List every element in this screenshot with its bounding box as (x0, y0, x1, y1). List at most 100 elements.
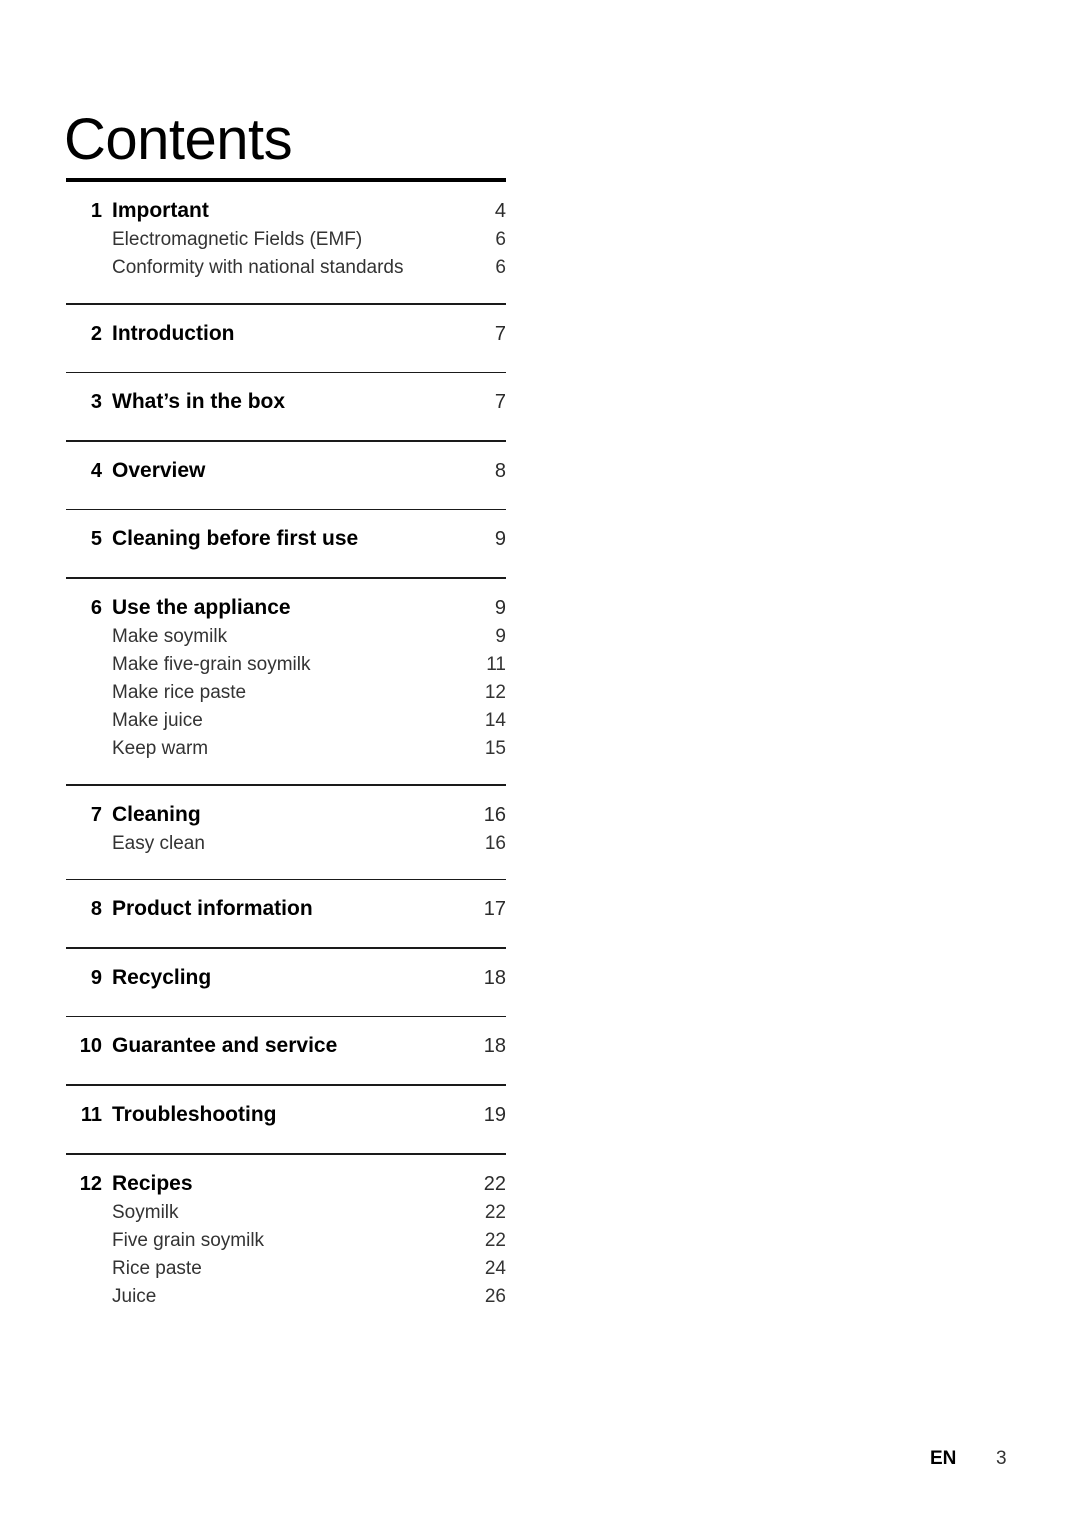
toc-subentry-label: Make rice paste (112, 681, 247, 703)
toc-subentry[interactable]: 0Make five-grain soymilk11 (66, 646, 506, 674)
toc-subentry[interactable]: 0Rice paste24 (66, 1250, 506, 1278)
toc-entry-page: 4 (494, 200, 506, 222)
toc-section: 8 Product information 17 (66, 878, 506, 948)
toc-entry[interactable]: 8 Product information 17 (66, 880, 506, 919)
toc-subentry[interactable]: 0Easy clean16 (66, 825, 506, 853)
toc-entry-label: Troubleshooting (112, 1102, 277, 1126)
toc-entry-label: Guarantee and service (112, 1034, 338, 1058)
footer-language-code: EN (930, 1448, 957, 1469)
toc-entry-page: 8 (494, 459, 506, 482)
toc-entry-number: 3 (90, 391, 102, 414)
toc-subentry-label: Conformity with national standards (112, 257, 404, 278)
toc-subentry-page: 9 (495, 625, 506, 647)
toc-subentry-page: 14 (484, 709, 506, 731)
toc-entry[interactable]: 12 Recipes 22 (66, 1155, 506, 1194)
toc-subentry-page: 16 (484, 832, 506, 854)
toc-entry[interactable]: 9 Recycling 18 (66, 949, 506, 988)
toc-section: 4 Overview 8 (66, 440, 506, 509)
toc-subentry-page: 6 (495, 229, 506, 250)
toc-entry[interactable]: 4 Overview 8 (66, 442, 506, 481)
toc-entry[interactable]: 10 Guarantee and service 18 (66, 1017, 506, 1056)
toc-subentry-label: Five grain soymilk (112, 1229, 265, 1251)
toc-subentry-label: Make juice (112, 709, 203, 731)
toc-entry-page: 16 (483, 803, 506, 826)
toc-subentry-page: 26 (484, 1285, 506, 1307)
toc-section: 5 Cleaning before first use 9 (66, 508, 506, 578)
toc-subentry-label: Make soymilk (112, 625, 228, 647)
table-of-contents: 1Important40Electromagnetic Fields (EMF)… (66, 178, 506, 1332)
toc-entry-number: 11 (80, 1103, 102, 1126)
toc-entry-label: Cleaning before first use (112, 527, 359, 551)
toc-subentry[interactable]: 0Five grain soymilk22 (66, 1222, 506, 1250)
toc-entry-number: 8 (90, 898, 102, 921)
toc-entry-page: 7 (494, 391, 506, 414)
toc-entry-number: 2 (90, 322, 102, 345)
toc-entry-page: 9 (494, 596, 506, 619)
toc-subentry[interactable]: 0Keep warm15 (66, 730, 506, 758)
document-page: Contents 1Important40Electromagnetic Fie… (0, 0, 1080, 1527)
toc-entry-number: 10 (79, 1035, 102, 1058)
toc-subentry[interactable]: 0Juice26 (66, 1278, 506, 1306)
toc-section: 12Recipes220Soymilk220Five grain soymilk… (66, 1152, 506, 1332)
toc-entry-number: 7 (90, 803, 102, 826)
toc-entry[interactable]: 3 What’s in the box 7 (66, 373, 506, 412)
toc-entry-label: Recipes (112, 1171, 193, 1195)
toc-entry-label: Cleaning (112, 802, 201, 826)
page-title: Contents (64, 106, 293, 172)
toc-entry-page: 17 (483, 898, 506, 921)
toc-entry-number: 5 (90, 528, 102, 551)
toc-subentry-label: Make five-grain soymilk (112, 653, 311, 675)
toc-section: 10 Guarantee and service 18 (66, 1015, 506, 1085)
toc-subentry-label: Soymilk (112, 1201, 179, 1223)
toc-entry-number: 4 (90, 459, 102, 482)
toc-subentry-page: 22 (484, 1201, 506, 1223)
toc-entry[interactable]: 11 Troubleshooting 19 (66, 1086, 506, 1125)
toc-section: 3 What’s in the box 7 (66, 371, 506, 441)
toc-subentry-label: Keep warm (112, 737, 209, 759)
toc-entry[interactable]: 5 Cleaning before first use 9 (66, 510, 506, 549)
toc-entry[interactable]: 7 Cleaning 16 (66, 786, 506, 825)
toc-entry-page: 18 (483, 966, 506, 989)
toc-section: 7Cleaning160Easy clean16 (66, 783, 506, 879)
toc-subentry-page: 12 (484, 681, 506, 703)
toc-entry-page: 9 (494, 528, 506, 551)
page-footer: EN 3 (0, 1448, 1080, 1478)
toc-subentry-label: Juice (112, 1285, 157, 1307)
toc-subentry[interactable]: 0Electromagnetic Fields (EMF)6 (66, 221, 506, 249)
toc-entry[interactable]: 6 Use the appliance 9 (66, 579, 506, 618)
toc-section: 2 Introduction 7 (66, 303, 506, 372)
toc-entry-page: 18 (483, 1035, 506, 1058)
toc-subentry[interactable]: 0Make rice paste12 (66, 674, 506, 702)
toc-entry-label: What’s in the box (112, 390, 286, 414)
toc-subentry-label: Easy clean (112, 832, 205, 854)
toc-entry-label: Overview (112, 458, 206, 482)
toc-entry-page: 19 (483, 1103, 506, 1126)
toc-subentry-page: 24 (484, 1257, 506, 1279)
toc-entry-label: Introduction (112, 321, 235, 345)
toc-entry[interactable]: 1 Important 4 (66, 182, 506, 221)
toc-entry-number: 9 (90, 966, 102, 989)
toc-entry-number: 6 (90, 596, 102, 619)
footer-page-number: 3 (996, 1448, 1007, 1469)
toc-subentry[interactable]: 0Conformity with national standards6 (66, 249, 506, 277)
toc-subentry[interactable]: 0Make soymilk9 (66, 618, 506, 646)
toc-entry-label: Product information (112, 897, 313, 921)
toc-section: 9 Recycling 18 (66, 947, 506, 1016)
toc-entry[interactable]: 2 Introduction 7 (66, 305, 506, 344)
toc-subentry[interactable]: 0Make juice14 (66, 702, 506, 730)
toc-section: 11 Troubleshooting 19 (66, 1084, 506, 1153)
toc-subentry-page: 6 (495, 257, 506, 278)
toc-entry-label: Important (112, 199, 209, 222)
toc-section: 6Use the appliance90Make soymilk90Make f… (66, 577, 506, 784)
toc-subentry[interactable]: 0Soymilk22 (66, 1194, 506, 1222)
toc-entry-label: Recycling (112, 965, 212, 989)
toc-entry-number: 1 (90, 200, 102, 222)
